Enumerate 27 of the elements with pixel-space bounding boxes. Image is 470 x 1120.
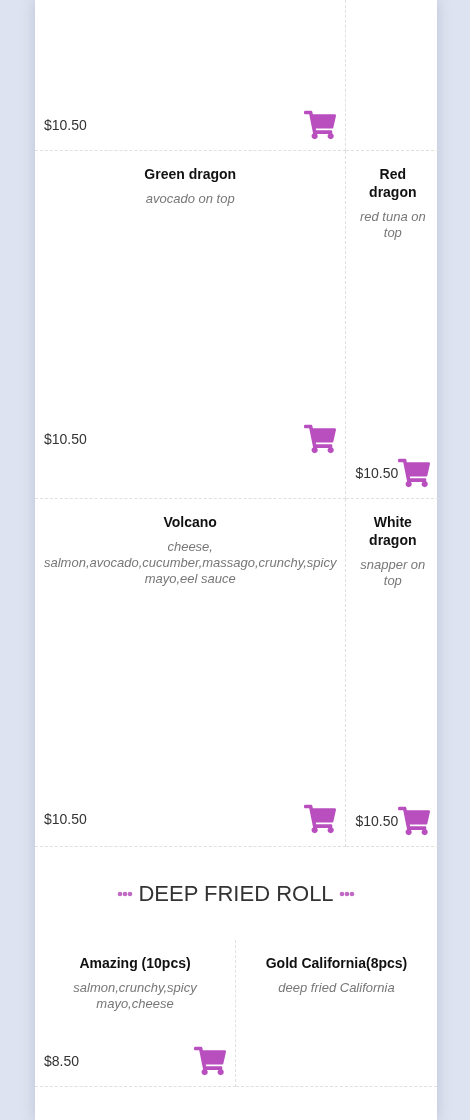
add-to-cart-button[interactable]	[304, 109, 337, 141]
dish-description: cheese, salmon,avocado,cucumber,massago,crunchy,spicy mayo,eel sauce	[44, 539, 337, 587]
dish-description: avocado on top	[144, 191, 236, 207]
dish-name: Red dragon	[368, 165, 418, 201]
dish-price: $10.50	[355, 465, 399, 481]
dish-name: Gold California(8pcs)	[264, 954, 409, 972]
add-to-cart-button[interactable]	[398, 805, 431, 837]
dish-name: Amazing (10pcs)	[78, 954, 192, 972]
dish-price: $10.50	[44, 811, 87, 827]
dish-price: $8.50	[44, 1053, 80, 1069]
dish-price: $10.50	[44, 431, 87, 447]
dots-icon	[117, 890, 134, 897]
dish-name: White dragon	[368, 513, 418, 549]
add-to-cart-button[interactable]	[398, 457, 431, 489]
add-to-cart-button[interactable]	[194, 1045, 226, 1077]
dish-name: Green dragon	[143, 165, 238, 183]
section-title: DEEP FRIED ROLL	[138, 880, 334, 907]
dish-description: snapper on top	[359, 557, 427, 589]
add-to-cart-button[interactable]	[304, 423, 337, 455]
dish-description: red tuna on top	[358, 209, 427, 241]
dish-price: $10.50	[355, 813, 399, 829]
dots-icon	[338, 890, 355, 897]
dish-description: deep fried California	[277, 980, 396, 996]
dish-description: salmon,crunchy,spicy mayo,cheese	[72, 980, 198, 1012]
dish-name: Volcano	[162, 513, 218, 531]
add-to-cart-button[interactable]	[304, 803, 337, 835]
dish-price: $10.50	[44, 117, 87, 133]
